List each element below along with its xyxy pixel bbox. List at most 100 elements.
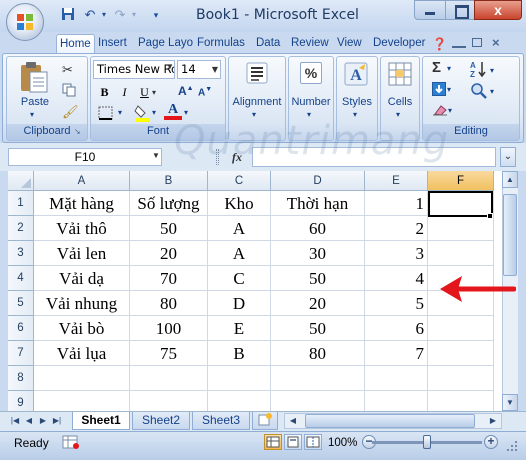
tab-insert[interactable]: Insert — [95, 34, 130, 54]
autosum-dropdown-icon[interactable]: ▾ — [447, 64, 451, 73]
underline-button[interactable]: U — [136, 84, 153, 101]
row-header-7[interactable]: 7 — [8, 341, 34, 366]
cell-b7[interactable]: 75 — [130, 341, 208, 366]
sheet-tab-sheet1[interactable]: Sheet1 — [72, 412, 130, 430]
sheet-tab-sheet2[interactable]: Sheet2 — [132, 412, 190, 430]
cell-e7[interactable]: 7 — [365, 341, 428, 366]
clear-icon[interactable] — [432, 104, 448, 116]
cell-c8[interactable] — [208, 366, 271, 391]
cell-f7[interactable] — [428, 341, 494, 366]
row-header-5[interactable]: 5 — [8, 291, 34, 316]
row-header-2[interactable]: 2 — [8, 216, 34, 241]
cell-d8[interactable] — [271, 366, 365, 391]
italic-button[interactable]: I — [116, 84, 133, 101]
ribbon-minimize-icon[interactable] — [452, 46, 466, 48]
column-header-a[interactable]: A — [34, 171, 130, 191]
tab-formulas[interactable]: Formulas — [194, 34, 248, 54]
zoom-level[interactable]: 100% — [328, 437, 357, 449]
column-header-b[interactable]: B — [130, 171, 208, 191]
cell-a1[interactable]: Mặt hàng — [34, 191, 130, 216]
column-header-e[interactable]: E — [365, 171, 428, 191]
normal-view-button[interactable] — [264, 434, 282, 450]
ribbon-restore-icon[interactable] — [472, 38, 482, 47]
bold-button[interactable]: B — [96, 84, 113, 101]
cell-d3[interactable]: 30 — [271, 241, 365, 266]
cell-b5[interactable]: 80 — [130, 291, 208, 316]
name-box[interactable]: F10 — [8, 148, 162, 166]
cell-a2[interactable]: Vải thô — [34, 216, 130, 241]
horizontal-scroll-thumb[interactable] — [305, 414, 475, 428]
fill-color-dropdown-icon[interactable]: ▾ — [152, 108, 156, 117]
underline-dropdown-icon[interactable]: ▾ — [152, 88, 156, 97]
close-button[interactable]: x — [474, 0, 522, 20]
cell-e1[interactable]: 1 — [365, 191, 428, 216]
expand-formula-bar-icon[interactable]: ⌄ — [500, 147, 516, 167]
tab-developer[interactable]: Developer — [370, 34, 428, 54]
macro-record-icon[interactable] — [62, 435, 80, 450]
tab-home[interactable]: Home — [56, 34, 95, 54]
cell-e5[interactable]: 5 — [365, 291, 428, 316]
cell-b1[interactable]: Số lượng — [130, 191, 208, 216]
cell-d2[interactable]: 60 — [271, 216, 365, 241]
column-header-f[interactable]: F — [428, 171, 494, 191]
font-name-chevron-icon[interactable]: ▼ — [166, 62, 174, 71]
cell-c6[interactable]: E — [208, 316, 271, 341]
fill-color-icon[interactable] — [134, 104, 152, 122]
scroll-down-icon[interactable]: ▼ — [502, 394, 518, 411]
column-header-d[interactable]: D — [271, 171, 365, 191]
find-select-icon[interactable] — [470, 82, 488, 100]
prev-sheet-icon[interactable]: ◀ — [24, 414, 34, 428]
cell-c4[interactable]: C — [208, 266, 271, 291]
first-sheet-icon[interactable]: |◀ — [10, 414, 20, 428]
row-header-1[interactable]: 1 — [8, 191, 34, 216]
paste-dropdown-icon[interactable]: ▾ — [30, 110, 34, 119]
cell-c1[interactable]: Kho — [208, 191, 271, 216]
scroll-up-icon[interactable]: ▲ — [502, 171, 518, 188]
scroll-left-icon[interactable]: ◀ — [285, 414, 301, 428]
find-dropdown-icon[interactable]: ▾ — [490, 87, 494, 96]
cell-f6[interactable] — [428, 316, 494, 341]
row-header-4[interactable]: 4 — [8, 266, 34, 291]
autosum-icon[interactable]: Σ — [432, 59, 441, 76]
row-header-3[interactable]: 3 — [8, 241, 34, 266]
tab-view[interactable]: View — [334, 34, 365, 54]
grow-font-icon[interactable]: A▲ — [178, 84, 194, 98]
maximize-button[interactable] — [445, 0, 475, 20]
cell-d4[interactable]: 50 — [271, 266, 365, 291]
cell-a6[interactable]: Vải bò — [34, 316, 130, 341]
undo-dropdown-icon[interactable]: ▾ — [96, 7, 112, 23]
tab-data[interactable]: Data — [253, 34, 283, 54]
column-header-c[interactable]: C — [208, 171, 271, 191]
workbook-close-icon[interactable]: × — [492, 35, 500, 50]
clipboard-launcher-icon[interactable]: ↘ — [74, 127, 81, 136]
customize-qat-icon[interactable]: ▾ — [148, 7, 164, 23]
cell-d5[interactable]: 20 — [271, 291, 365, 316]
vertical-scroll-thumb[interactable] — [503, 194, 517, 276]
paste-button[interactable]: Paste — [14, 96, 56, 108]
cell-b8[interactable] — [130, 366, 208, 391]
row-header-6[interactable]: 6 — [8, 316, 34, 341]
cell-e2[interactable]: 2 — [365, 216, 428, 241]
cell-f2[interactable] — [428, 216, 494, 241]
minimize-button[interactable] — [414, 0, 446, 20]
font-color-dropdown-icon[interactable]: ▾ — [184, 108, 188, 117]
cell-f8[interactable] — [428, 366, 494, 391]
select-all-corner[interactable] — [8, 171, 34, 191]
page-break-preview-button[interactable] — [304, 434, 322, 450]
cell-b6[interactable]: 100 — [130, 316, 208, 341]
cell-c5[interactable]: D — [208, 291, 271, 316]
borders-dropdown-icon[interactable]: ▾ — [118, 108, 122, 117]
tab-review[interactable]: Review — [288, 34, 332, 54]
fill-handle[interactable] — [487, 213, 493, 219]
font-name-dropdown[interactable]: Times New Ro — [93, 60, 175, 79]
shrink-font-icon[interactable]: A▼ — [198, 86, 212, 98]
format-painter-icon[interactable]: 🖌 — [62, 104, 79, 120]
fill-icon[interactable] — [432, 82, 446, 96]
cell-d7[interactable]: 80 — [271, 341, 365, 366]
cell-a8[interactable] — [34, 366, 130, 391]
cell-d1[interactable]: Thời hạn — [271, 191, 365, 216]
zoom-slider-knob[interactable] — [423, 435, 431, 449]
sort-filter-icon[interactable]: AZ — [470, 60, 488, 79]
sort-dropdown-icon[interactable]: ▾ — [490, 66, 494, 75]
cell-e6[interactable]: 6 — [365, 316, 428, 341]
